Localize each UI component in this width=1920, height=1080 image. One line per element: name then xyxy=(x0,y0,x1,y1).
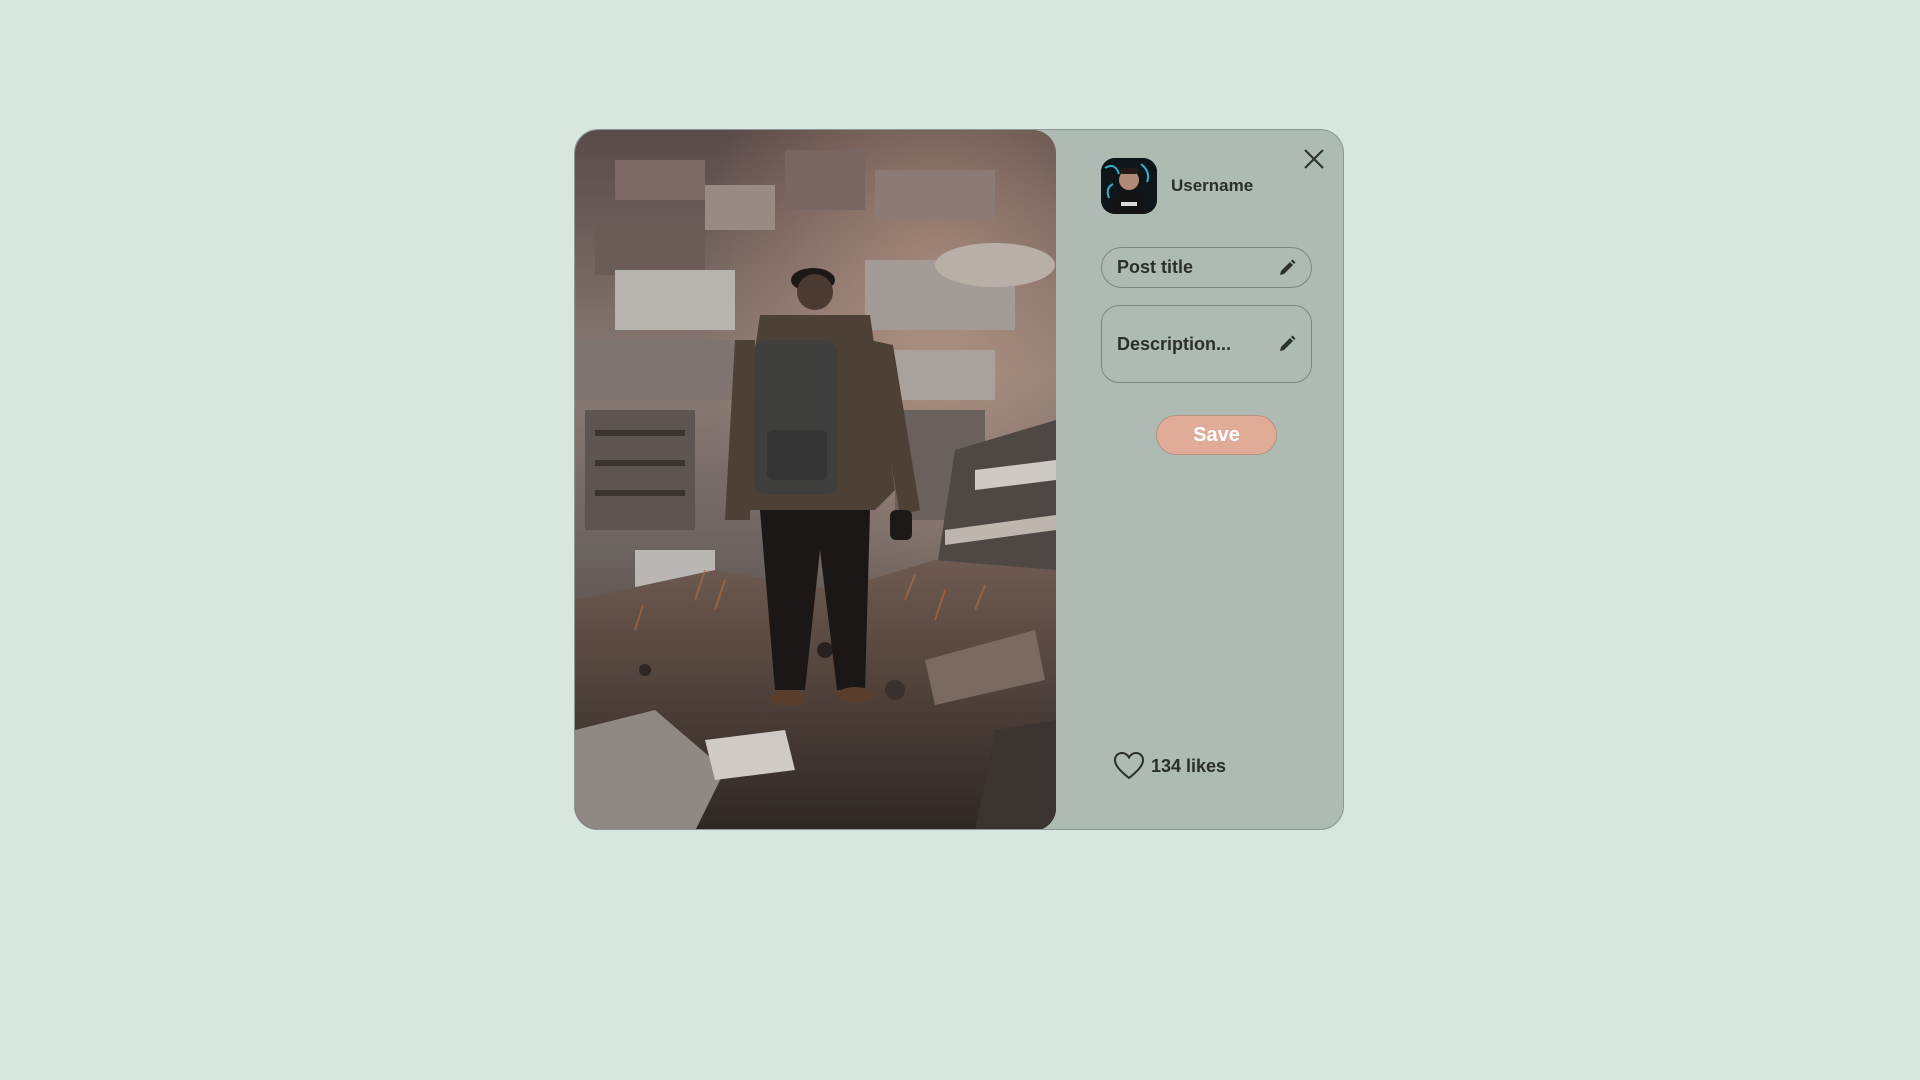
likes-count: 134 likes xyxy=(1151,755,1227,776)
pencil-icon[interactable] xyxy=(1277,258,1297,278)
description-placeholder: Description... xyxy=(1117,333,1232,354)
close-icon xyxy=(1304,149,1324,169)
pencil-icon[interactable] xyxy=(1277,334,1297,354)
description-field[interactable]: Description... xyxy=(1101,305,1312,383)
avatar[interactable] xyxy=(1101,158,1157,214)
likes: 134 likes xyxy=(1113,751,1226,781)
heart-icon[interactable] xyxy=(1113,751,1145,781)
post-title-placeholder: Post title xyxy=(1117,257,1194,277)
post-details-panel: Username Post title Description... Save … xyxy=(1056,130,1343,829)
post-photo xyxy=(575,130,1056,829)
save-button[interactable]: Save xyxy=(1156,415,1277,455)
close-button[interactable] xyxy=(1301,146,1327,172)
username[interactable]: Username xyxy=(1171,176,1253,196)
user-info: Username xyxy=(1101,158,1253,214)
post-card: Username Post title Description... Save … xyxy=(574,129,1344,830)
post-title-field[interactable]: Post title xyxy=(1101,247,1312,288)
